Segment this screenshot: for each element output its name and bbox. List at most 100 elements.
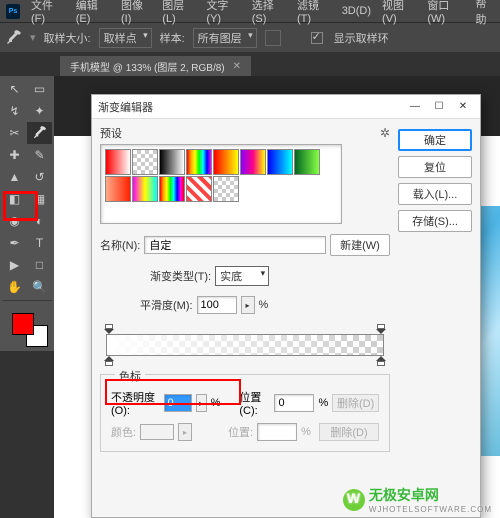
color-label: 颜色: (111, 424, 136, 440)
menu-help[interactable]: 帮助 (471, 0, 500, 27)
smoothness-input[interactable] (197, 296, 237, 314)
eyedropper-tool[interactable] (27, 122, 52, 144)
preset-swatch[interactable] (267, 149, 293, 175)
minimize-icon[interactable]: ― (404, 98, 426, 116)
preset-swatch[interactable] (294, 149, 320, 175)
percent-label: % (259, 299, 269, 311)
menu-image[interactable]: 图像(I) (117, 0, 155, 25)
sample-unknown-icon (265, 30, 281, 46)
stops-legend: 色标 (115, 368, 145, 384)
menu-filter[interactable]: 滤镜(T) (293, 0, 335, 25)
foreground-swatch[interactable] (12, 313, 34, 335)
menu-file[interactable]: 文件(F) (27, 0, 69, 25)
opacity-input[interactable] (164, 394, 192, 412)
color-stepper: ▸ (178, 423, 192, 441)
zoom-tool[interactable]: 🔍 (27, 276, 52, 298)
sample-from-label: 样本: (160, 30, 185, 46)
document-tab[interactable]: 手机模型 @ 133% (图层 2, RGB/8) ✕ (60, 56, 251, 76)
wand-tool[interactable]: ✦ (27, 100, 52, 122)
gradient-tool[interactable]: ▦ (27, 188, 52, 210)
stamp-tool[interactable]: ▲ (2, 166, 27, 188)
preset-swatch[interactable] (240, 149, 266, 175)
shape-tool[interactable]: □ (27, 254, 52, 276)
location2-input (257, 423, 297, 441)
menu-edit[interactable]: 编辑(E) (72, 0, 114, 25)
preset-swatch[interactable] (159, 149, 185, 175)
opacity-label: 不透明度(O): (111, 389, 160, 417)
pen-tool[interactable]: ✒ (2, 232, 27, 254)
preset-swatch[interactable] (105, 149, 131, 175)
sample-size-label: 取样大小: (44, 30, 91, 46)
maximize-icon[interactable]: ☐ (428, 98, 450, 116)
preset-swatch[interactable] (186, 149, 212, 175)
sample-size-dropdown[interactable]: 取样点 (99, 28, 152, 48)
close-icon[interactable]: ✕ (452, 98, 474, 116)
watermark: 无极安卓网 WJHOTELSOFTWARE.COM (343, 485, 492, 514)
grad-type-dropdown[interactable]: 实底 (215, 266, 269, 286)
dodge-tool[interactable]: ◐ (27, 210, 52, 232)
hand-tool[interactable]: ✋ (2, 276, 27, 298)
app-logo: Ps (6, 4, 20, 19)
watermark-sub: WJHOTELSOFTWARE.COM (369, 505, 492, 514)
path-select-tool[interactable]: ▶ (2, 254, 27, 276)
ok-button[interactable]: 确定 (398, 129, 472, 151)
marquee-tool[interactable]: ▭ (27, 78, 52, 100)
blur-tool[interactable]: ◉ (2, 210, 27, 232)
type-tool[interactable]: T (27, 232, 52, 254)
crop-tool[interactable]: ✂ (2, 122, 27, 144)
smoothness-label: 平滑度(M): (140, 297, 193, 313)
color-stop-left[interactable] (104, 356, 114, 366)
save-button[interactable]: 存储(S)... (398, 210, 472, 232)
reset-button[interactable]: 复位 (398, 156, 472, 178)
preset-swatch[interactable] (186, 176, 212, 202)
location-input[interactable] (274, 394, 314, 412)
new-button[interactable]: 新建(W) (330, 234, 390, 256)
menu-select[interactable]: 选择(S) (248, 0, 290, 25)
load-button[interactable]: 载入(L)... (398, 183, 472, 205)
document-tab-label: 手机模型 @ 133% (图层 2, RGB/8) (70, 59, 225, 74)
preset-swatch[interactable] (105, 176, 131, 202)
show-ring-checkbox[interactable] (311, 32, 323, 44)
delete-color-button: 删除(D) (319, 423, 379, 441)
eraser-tool[interactable]: ◧ (2, 188, 27, 210)
opacity-stop-right[interactable] (376, 324, 386, 334)
opacity-stepper[interactable]: ▸ (196, 394, 207, 412)
preset-swatch[interactable] (132, 176, 158, 202)
opacity-stop-left[interactable] (104, 324, 114, 334)
presets-box (100, 144, 342, 224)
preset-swatch[interactable] (213, 176, 239, 202)
gradient-bar[interactable] (106, 334, 384, 356)
smoothness-stepper[interactable]: ▸ (241, 296, 255, 314)
close-tab-icon[interactable]: ✕ (233, 61, 241, 72)
menu-text[interactable]: 文字(Y) (202, 0, 244, 25)
preset-swatch[interactable] (132, 149, 158, 175)
eyedropper-icon (6, 30, 22, 46)
percent-label-3: % (318, 397, 328, 409)
color-stop-right[interactable] (376, 356, 386, 366)
preset-swatch[interactable] (159, 176, 185, 202)
location2-label: 位置: (228, 424, 253, 440)
tools-panel: ↖ ▭ ↯ ✦ ✂ ✚ ✎ ▲ ↺ ◧ ▦ ◉ ◐ ✒ T ▶ □ ✋ 🔍 (0, 76, 54, 351)
name-input[interactable] (144, 236, 326, 254)
menu-view[interactable]: 视图(V) (378, 0, 420, 25)
location-label: 位置(C): (239, 389, 270, 417)
gradient-editor-dialog: 渐变编辑器 ― ☐ ✕ 预设 ✲ (91, 94, 481, 518)
percent-label-2: % (211, 397, 221, 409)
preset-swatch[interactable] (213, 149, 239, 175)
heal-tool[interactable]: ✚ (2, 144, 27, 166)
menu-window[interactable]: 窗口(W) (423, 0, 468, 25)
menu-layer[interactable]: 图层(L) (158, 0, 199, 25)
lasso-tool[interactable]: ↯ (2, 100, 27, 122)
brush-tool[interactable]: ✎ (27, 144, 52, 166)
color-swatch[interactable] (140, 424, 174, 440)
gear-icon[interactable]: ✲ (380, 126, 390, 140)
watermark-logo (343, 489, 365, 511)
menu-3d[interactable]: 3D(D) (338, 5, 375, 17)
dialog-title: 渐变编辑器 (98, 99, 153, 115)
sample-from-dropdown[interactable]: 所有图层 (193, 28, 257, 48)
watermark-text: 无极安卓网 (369, 487, 439, 503)
name-label: 名称(N): (100, 237, 140, 253)
history-brush-tool[interactable]: ↺ (27, 166, 52, 188)
percent-label-4: % (301, 426, 311, 438)
move-tool[interactable]: ↖ (2, 78, 27, 100)
